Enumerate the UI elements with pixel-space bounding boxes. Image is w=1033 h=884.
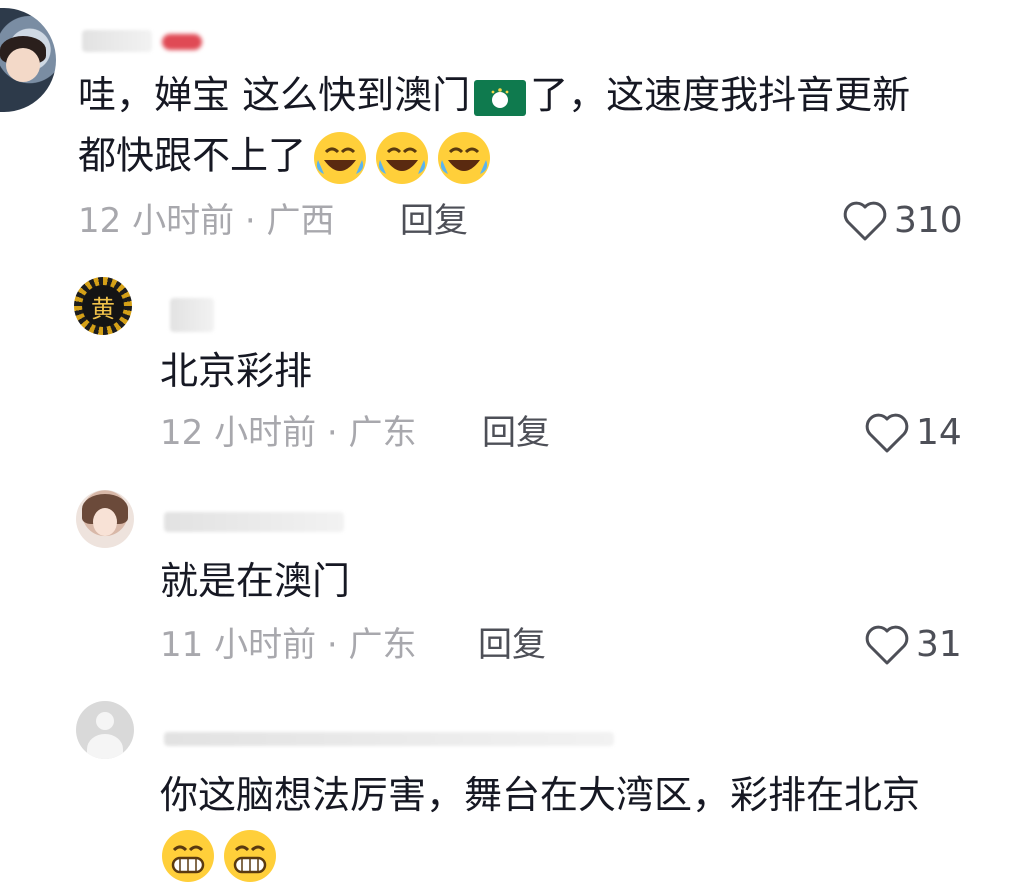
- username-blurred[interactable]: [82, 30, 152, 52]
- avatar[interactable]: 黄: [74, 277, 132, 335]
- comment-text: 北京彩排: [160, 349, 313, 393]
- laugh-cry-emoji-icon: [438, 132, 491, 184]
- comment-text-part: 都快跟不上了: [78, 133, 307, 178]
- like-button[interactable]: 31: [864, 623, 962, 667]
- avatar-text: 黄: [82, 285, 124, 327]
- like-button[interactable]: 310: [842, 199, 963, 243]
- comment-text: 就是在澳门: [160, 559, 351, 603]
- reply-button[interactable]: 回复: [478, 623, 546, 667]
- avatar-default[interactable]: [76, 701, 134, 759]
- avatar[interactable]: [76, 490, 134, 548]
- username-blurred[interactable]: [164, 512, 344, 532]
- like-button[interactable]: 14: [864, 411, 962, 455]
- comment-text-part: 了，这速度我抖音更新: [530, 73, 911, 117]
- comment-text-part: 哇，婵宝 这么快到澳门: [78, 73, 471, 117]
- heart-icon: [865, 413, 909, 453]
- grin-emoji-icon: [224, 830, 276, 882]
- username-blurred[interactable]: [164, 732, 614, 746]
- avatar-head: [96, 712, 114, 730]
- comment-meta: 12 小时前 · 广东: [160, 413, 417, 453]
- avatar-face: [93, 508, 117, 536]
- heart-icon: [843, 201, 887, 241]
- comment-meta: 11 小时前 · 广东: [160, 625, 417, 665]
- comment-meta: 12 小时前 · 广西: [78, 201, 335, 241]
- comment-text-line2: 都快跟不上了: [78, 130, 492, 186]
- like-count: 310: [894, 200, 963, 241]
- avatar[interactable]: [0, 8, 56, 112]
- like-count: 14: [916, 412, 962, 453]
- laugh-cry-emoji-icon: [376, 132, 429, 184]
- username-blurred[interactable]: [170, 298, 214, 332]
- user-badge-icon: [162, 34, 202, 50]
- avatar-body: [87, 734, 123, 759]
- grin-emoji-icon: [162, 830, 214, 882]
- emoji-row: [160, 828, 278, 884]
- comment-text: 哇，婵宝 这么快到澳门 了，这速度我抖音更新: [78, 70, 910, 120]
- reply-button[interactable]: 回复: [400, 199, 468, 243]
- laugh-cry-emoji-icon: [314, 132, 367, 184]
- heart-icon: [865, 625, 909, 665]
- macau-flag-icon: [474, 79, 527, 116]
- reply-button[interactable]: 回复: [482, 411, 550, 455]
- comment-text: 你这脑想法厉害，舞台在大湾区，彩排在北京: [160, 773, 921, 817]
- avatar-face: [6, 48, 40, 82]
- like-count: 31: [916, 624, 962, 665]
